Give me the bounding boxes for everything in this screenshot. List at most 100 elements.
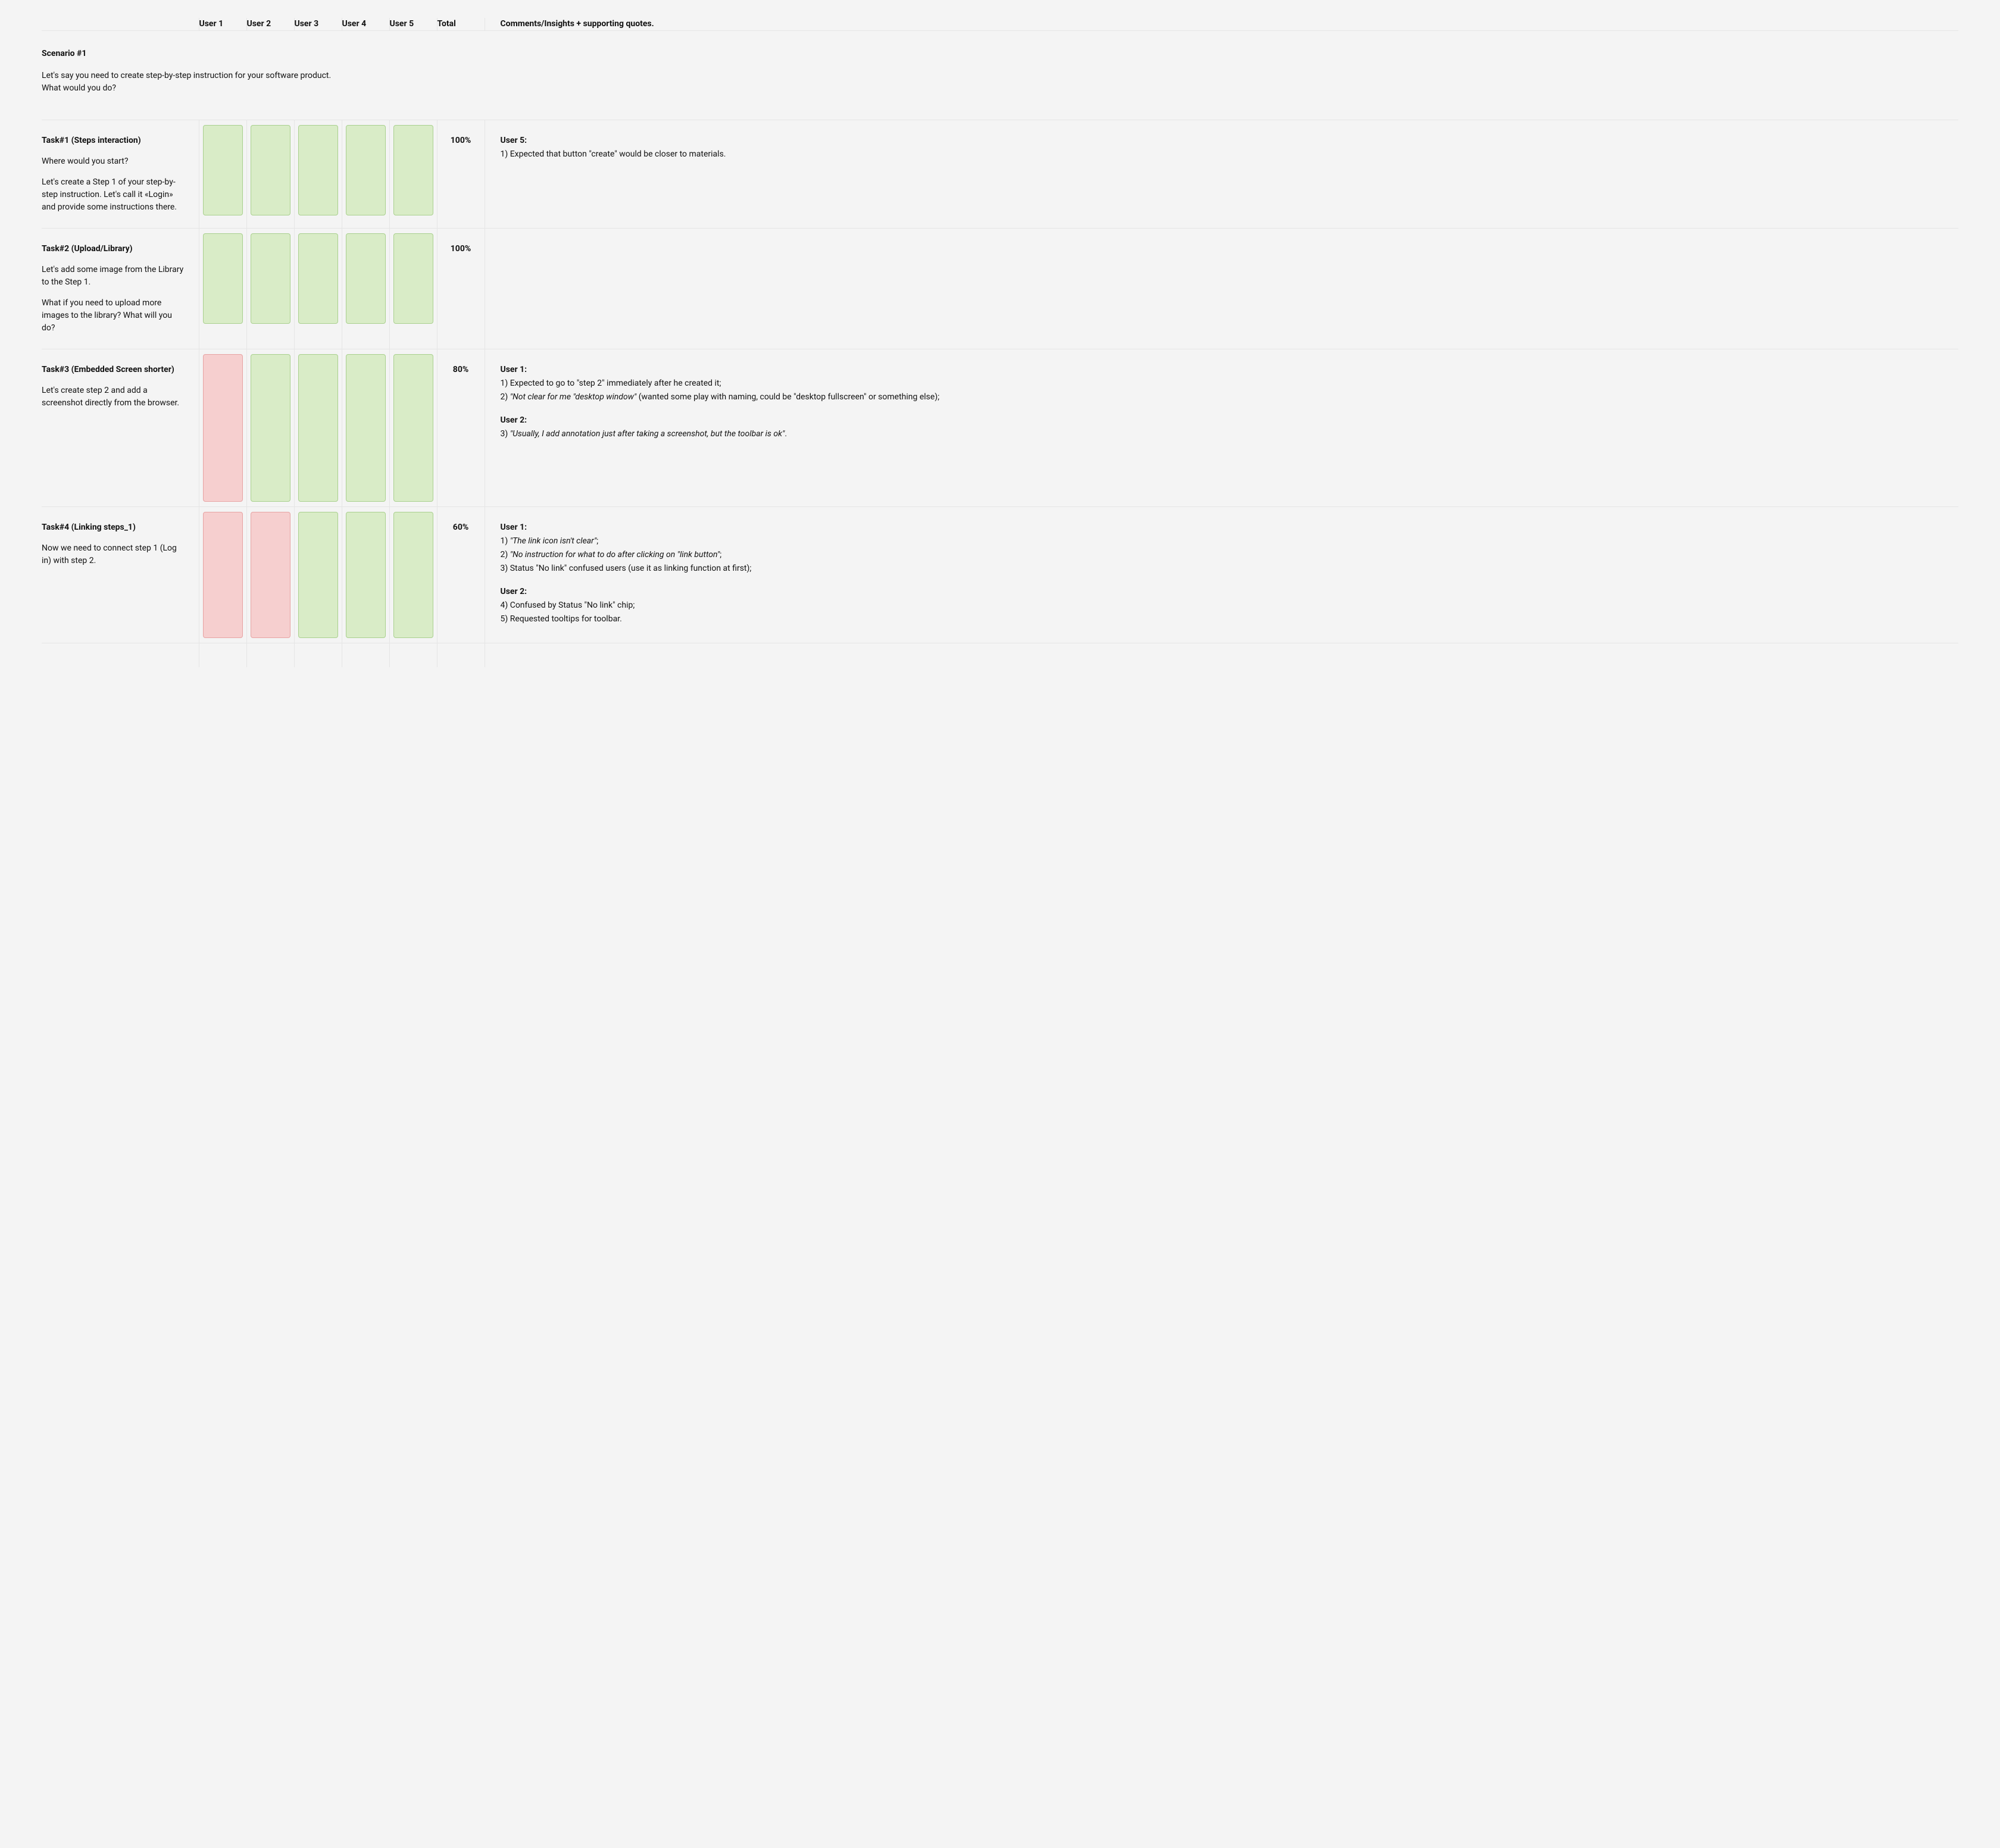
task-row: Task#3 (Embedded Screen shorter) Let's cr… xyxy=(42,349,1958,507)
header-user-3: User 3 xyxy=(294,18,342,31)
result-pass-swatch xyxy=(251,233,290,324)
total-percentage: 100% xyxy=(437,229,485,349)
comment-block: User 2:3) "Usually, I add annotation jus… xyxy=(501,414,1953,440)
comment-block: User 5:1) Expected that button "create" … xyxy=(501,135,1953,161)
result-pass-swatch xyxy=(346,233,386,324)
result-cell-user-4 xyxy=(342,229,389,349)
task-paragraph: Where would you start? xyxy=(42,155,187,168)
result-cell-user-5 xyxy=(389,507,437,643)
result-pass-swatch xyxy=(346,125,386,215)
result-fail-swatch xyxy=(251,512,290,638)
result-pass-swatch xyxy=(298,354,338,502)
result-cell-user-1 xyxy=(199,229,246,349)
result-pass-swatch xyxy=(346,354,386,502)
empty-cell xyxy=(294,643,342,668)
total-percentage: 60% xyxy=(437,507,485,643)
comment-block: User 1:1) Expected to go to "step 2" imm… xyxy=(501,364,1953,404)
empty-cell xyxy=(42,643,199,668)
total-percentage: 100% xyxy=(437,120,485,229)
task-title: Task#3 (Embedded Screen shorter) xyxy=(42,364,187,376)
comments-cell: User 1:1) "The link icon isn't clear";2)… xyxy=(485,507,1958,643)
task-description: Task#2 (Upload/Library) Let's add some im… xyxy=(42,229,199,349)
result-fail-swatch xyxy=(203,512,243,638)
empty-cell xyxy=(389,643,437,668)
comment-line: 3) "Usually, I add annotation just after… xyxy=(501,428,1953,440)
result-cell-user-5 xyxy=(389,349,437,507)
comment-block: User 1:1) "The link icon isn't clear";2)… xyxy=(501,521,1953,575)
result-pass-swatch xyxy=(298,125,338,215)
task-description: Task#4 (Linking steps_1) Now we need to c… xyxy=(42,507,199,643)
task-paragraph: What if you need to upload more images t… xyxy=(42,297,187,334)
empty-cell xyxy=(199,643,246,668)
task-paragraph: Now we need to connect step 1 (Log in) w… xyxy=(42,542,187,567)
result-pass-swatch xyxy=(298,233,338,324)
header-empty xyxy=(42,18,199,31)
result-cell-user-5 xyxy=(389,229,437,349)
comment-line: 5) Requested tooltips for toolbar. xyxy=(501,613,1953,626)
empty-cell xyxy=(246,643,294,668)
task-paragraph: Let's create a Step 1 of your step-by-st… xyxy=(42,176,187,214)
result-pass-swatch xyxy=(251,354,290,502)
comment-line: 4) Confused by Status "No link" chip; xyxy=(501,599,1953,612)
task-row: Task#4 (Linking steps_1) Now we need to c… xyxy=(42,507,1958,643)
task-paragraph: Let's add some image from the Library to… xyxy=(42,264,187,289)
result-cell-user-4 xyxy=(342,507,389,643)
task-row: Task#2 (Upload/Library) Let's add some im… xyxy=(42,229,1958,349)
result-pass-swatch xyxy=(251,125,290,215)
task-title: Task#2 (Upload/Library) xyxy=(42,243,187,255)
result-cell-user-2 xyxy=(246,229,294,349)
comment-user-label: User 1: xyxy=(501,521,1953,534)
total-percentage: 80% xyxy=(437,349,485,507)
comment-user-label: User 2: xyxy=(501,586,1953,598)
result-cell-user-4 xyxy=(342,349,389,507)
task-paragraph: Let's create step 2 and add a screenshot… xyxy=(42,384,187,409)
result-cell-user-2 xyxy=(246,120,294,229)
result-pass-swatch xyxy=(203,125,243,215)
comment-line: 1) "The link icon isn't clear"; xyxy=(501,535,1953,548)
comment-user-label: User 2: xyxy=(501,414,1953,427)
header-user-2: User 2 xyxy=(246,18,294,31)
scenario-title: Scenario #1 xyxy=(42,48,1946,60)
result-pass-swatch xyxy=(393,512,433,638)
result-cell-user-1 xyxy=(199,120,246,229)
empty-cell xyxy=(485,643,1958,668)
result-pass-swatch xyxy=(346,512,386,638)
empty-cell xyxy=(342,643,389,668)
comments-cell: User 1:1) Expected to go to "step 2" imm… xyxy=(485,349,1958,507)
result-cell-user-2 xyxy=(246,507,294,643)
header-user-4: User 4 xyxy=(342,18,389,31)
header-comments: Comments/Insights + supporting quotes. xyxy=(485,18,1958,31)
usability-report-page: User 1 User 2 User 3 User 4 User 5 Total… xyxy=(0,0,2000,667)
result-pass-swatch xyxy=(203,233,243,324)
result-fail-swatch xyxy=(203,354,243,502)
comment-line: 1) Expected to go to "step 2" immediatel… xyxy=(501,377,1953,390)
result-cell-user-3 xyxy=(294,120,342,229)
result-pass-swatch xyxy=(298,512,338,638)
results-table: User 1 User 2 User 3 User 4 User 5 Total… xyxy=(42,18,1958,667)
empty-cell xyxy=(437,643,485,668)
comment-user-label: User 1: xyxy=(501,364,1953,376)
task-description: Task#3 (Embedded Screen shorter) Let's cr… xyxy=(42,349,199,507)
comments-cell: User 5:1) Expected that button "create" … xyxy=(485,120,1958,229)
empty-trailing-row xyxy=(42,643,1958,668)
task-title: Task#1 (Steps interaction) xyxy=(42,135,187,147)
header-total: Total xyxy=(437,18,485,31)
result-cell-user-2 xyxy=(246,349,294,507)
result-cell-user-4 xyxy=(342,120,389,229)
result-cell-user-5 xyxy=(389,120,437,229)
table-header-row: User 1 User 2 User 3 User 4 User 5 Total… xyxy=(42,18,1958,31)
comment-user-label: User 5: xyxy=(501,135,1953,147)
comment-block: User 2:4) Confused by Status "No link" c… xyxy=(501,586,1953,626)
task-title: Task#4 (Linking steps_1) xyxy=(42,521,187,534)
task-row: Task#1 (Steps interaction) Where would yo… xyxy=(42,120,1958,229)
result-cell-user-3 xyxy=(294,229,342,349)
task-description: Task#1 (Steps interaction) Where would yo… xyxy=(42,120,199,229)
header-user-5: User 5 xyxy=(389,18,437,31)
result-pass-swatch xyxy=(393,354,433,502)
scenario-row: Scenario #1Let's say you need to create … xyxy=(42,31,1958,120)
scenario-cell: Scenario #1Let's say you need to create … xyxy=(42,31,1958,120)
comment-line: 1) Expected that button "create" would b… xyxy=(501,148,1953,161)
result-cell-user-1 xyxy=(199,507,246,643)
table-body: Scenario #1Let's say you need to create … xyxy=(42,31,1958,668)
comment-line: 2) "No instruction for what to do after … xyxy=(501,549,1953,561)
